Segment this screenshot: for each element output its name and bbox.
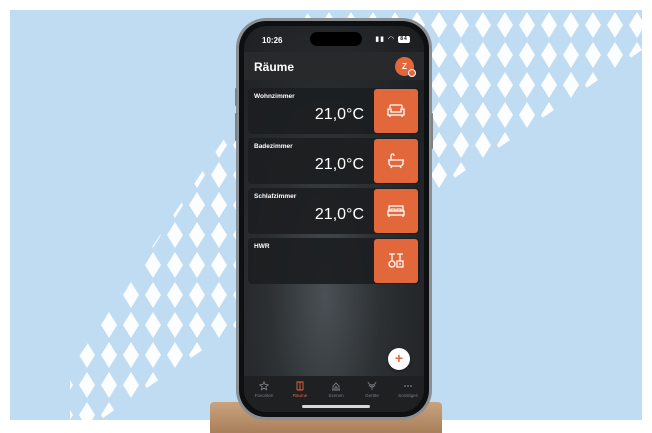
status-bar: 10:26 ▮▮ ◠ 84 (244, 26, 424, 50)
dynamic-island (310, 32, 362, 46)
room-name: HWR (254, 243, 270, 250)
page-title: Räume (254, 60, 295, 74)
more-icon (390, 381, 424, 391)
app-screen: 10:26 ▮▮ ◠ 84 Räume Z Wohnzimmer 21,0°C … (244, 26, 424, 412)
tab-label: Favoriten (254, 393, 274, 398)
status-time: 10:26 (262, 36, 283, 45)
room-name: Schlafzimmer (254, 193, 297, 200)
tab-bar: Favoriten Räume Szenen Geräte Sonstiges (244, 376, 424, 412)
battery-icon: 84 (398, 35, 410, 43)
avatar[interactable]: Z (395, 57, 416, 77)
room-name: Wohnzimmer (254, 93, 295, 100)
app-header: Räume Z (244, 52, 424, 80)
room-card-badezimmer[interactable]: Badezimmer 21,0°C (248, 138, 420, 184)
utility-valve-icon (388, 253, 404, 268)
home-indicator (302, 405, 370, 408)
room-card-hwr[interactable]: HWR (248, 238, 420, 284)
tab-geraete[interactable]: Geräte (354, 381, 390, 398)
photo-scene: 10:26 ▮▮ ◠ 84 Räume Z Wohnzimmer 21,0°C … (0, 0, 652, 433)
tab-favoriten[interactable]: Favoriten (246, 380, 282, 398)
room-button-wohnzimmer[interactable] (374, 89, 418, 133)
room-temperature: 21,0°C (314, 156, 364, 173)
room-card-wohnzimmer[interactable]: Wohnzimmer 21,0°C (248, 88, 420, 134)
phone-power-button (431, 113, 433, 149)
tab-label: Geräte (365, 393, 379, 398)
room-temperature: 21,0°C (314, 206, 364, 223)
devices-icon (354, 381, 390, 391)
notification-dot (408, 69, 416, 77)
wifi-icon: ◠ (387, 36, 396, 43)
smartphone: 10:26 ▮▮ ◠ 84 Räume Z Wohnzimmer 21,0°C … (235, 18, 433, 420)
room-temperature: 21,0°C (314, 106, 364, 123)
phone-volume-button (235, 113, 237, 141)
scenes-icon (318, 381, 354, 391)
tab-sonstiges[interactable]: Sonstiges (390, 381, 424, 398)
room-list: Wohnzimmer 21,0°C Badezimmer 21,0°C Schl… (248, 88, 420, 288)
phone-bezel: 10:26 ▮▮ ◠ 84 Räume Z Wohnzimmer 21,0°C … (239, 21, 429, 417)
signal-icon: ▮▮ (375, 36, 385, 43)
room-card-schlafzimmer[interactable]: Schlafzimmer 21,0°C (248, 188, 420, 234)
avatar-initial: Z (402, 62, 407, 71)
status-icons: ▮▮ ◠ 84 (375, 35, 410, 43)
tab-label: Szenen (328, 393, 344, 398)
room-name: Badezimmer (254, 143, 293, 150)
room-button-hwr[interactable] (374, 239, 418, 283)
tab-szenen[interactable]: Szenen (318, 381, 354, 398)
tab-raeume[interactable]: Räume (282, 381, 318, 398)
sofa-icon (387, 104, 405, 117)
rooms-icon (282, 381, 318, 391)
tab-label: Sonstiges (398, 393, 418, 398)
star-icon (246, 380, 282, 391)
tab-label: Räume (292, 393, 308, 398)
bed-icon (387, 205, 405, 217)
room-button-schlafzimmer[interactable] (374, 189, 418, 233)
add-button[interactable]: + (388, 348, 410, 370)
room-button-badezimmer[interactable] (374, 139, 418, 183)
bathtub-icon (388, 153, 404, 169)
phone-side-button (235, 88, 237, 106)
